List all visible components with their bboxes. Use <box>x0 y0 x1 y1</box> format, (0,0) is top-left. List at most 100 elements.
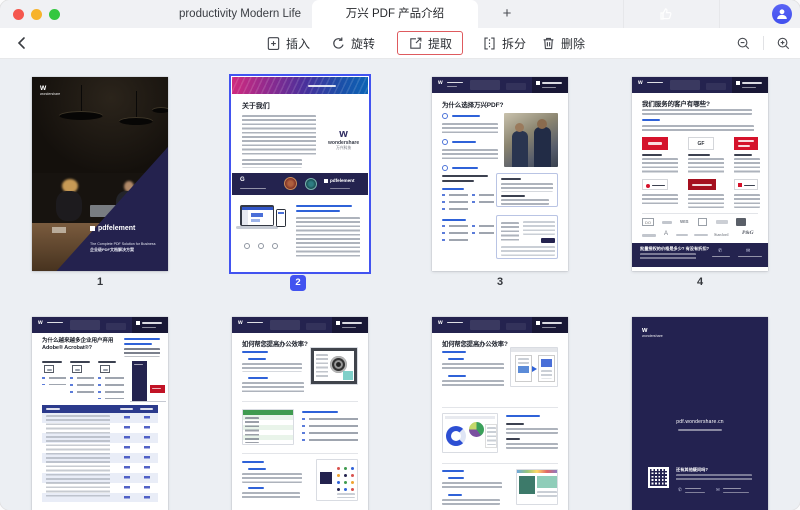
feature-icon <box>442 113 448 119</box>
rotate-label: 旋转 <box>351 35 375 52</box>
page6-title: 如何帮您提高办公效率? <box>242 339 308 348</box>
phone-mockup <box>276 209 286 227</box>
minimize-window-button[interactable] <box>31 9 42 20</box>
pricing-box <box>496 215 558 259</box>
extract-label: 提取 <box>428 35 452 52</box>
pdfelement-logo: pdfelement <box>90 225 135 232</box>
new-tab-button[interactable]: + <box>495 0 519 28</box>
split-button[interactable]: 拆分 <box>482 28 526 58</box>
trash-icon <box>541 36 556 51</box>
split-pages-icon <box>482 36 497 51</box>
page-thumbnail-5[interactable]: w 为什么越来越多企业用户弃用 Adobe® Acrobat®? <box>32 317 168 510</box>
page-thumbnail-3[interactable]: w 为什么选择万兴PDF? <box>432 77 568 271</box>
check-list <box>472 194 494 206</box>
insert-button[interactable]: 插入 <box>266 28 310 58</box>
pdfelement-logo: pdfelement <box>324 178 355 183</box>
buy-button-shape <box>541 238 555 243</box>
page5-title: 为什么越来越多企业用户弃用 Adobe® Acrobat®? <box>42 338 120 353</box>
page-number-label-3: 3 <box>432 276 568 288</box>
pdfelement-logo <box>532 77 568 93</box>
check-list <box>442 225 468 245</box>
thumbs-up-icon[interactable] <box>658 6 674 22</box>
mail-icon: ✉ <box>716 487 720 493</box>
laptop-mockup <box>240 205 274 226</box>
extract-button-highlighted[interactable]: 提取 <box>397 31 463 55</box>
page3-title: 为什么选择万兴PDF? <box>442 99 503 109</box>
lamp-shape <box>59 111 103 120</box>
stanford-logo: Stanford <box>714 232 728 237</box>
partner-logo: G <box>240 177 245 183</box>
customer-logo-red <box>688 179 716 190</box>
toolbar-divider <box>763 36 764 50</box>
page-number-badge-2-selected: 2 <box>290 275 306 291</box>
wondershare-logo: w wondershare 万兴科技 <box>328 129 359 151</box>
check-list <box>442 194 468 212</box>
phone-icon: ✆ <box>678 487 682 493</box>
photo-two-people <box>504 113 558 167</box>
screenshot-photo-edit <box>516 469 558 505</box>
page-thumbnail-4[interactable]: w 我们服务的客户有哪些? GF <box>632 77 768 271</box>
page7-title: 如何帮您提高办公效率? <box>442 339 508 348</box>
body-text <box>296 217 360 257</box>
page-thumbnail-8[interactable]: w wondershare pdf.wondershare.cn 还有其他疑问吗… <box>632 317 768 510</box>
delete-button[interactable]: 删除 <box>541 28 585 58</box>
cover-taglines: The Complete PDF Solution for Business 企… <box>90 241 156 254</box>
feature-icon <box>244 243 250 249</box>
titlebar-divider <box>719 0 720 28</box>
feature-icon <box>258 243 264 249</box>
mail-icon: ✉ <box>746 248 750 254</box>
page2-title: 关于我们 <box>242 101 270 111</box>
partner-logo: DO <box>642 218 654 226</box>
check-list <box>472 225 494 239</box>
titlebar: productivity Modern Life 万兴 PDF 产品介绍 + <box>0 0 800 28</box>
tab-productivity-modern-life[interactable]: productivity Modern Life <box>150 0 330 28</box>
lamp-shape <box>119 117 153 125</box>
screenshot-spiral <box>310 347 358 385</box>
feature-icon <box>442 139 448 145</box>
page-header-band: w <box>32 317 168 333</box>
page-number-label-4: 4 <box>632 276 768 288</box>
app-window: productivity Modern Life 万兴 PDF 产品介绍 + <box>0 0 800 510</box>
maximize-window-button[interactable] <box>49 9 60 20</box>
page-header-band: w <box>432 317 568 333</box>
zoom-out-button[interactable] <box>736 36 751 51</box>
feature-icon <box>442 165 448 171</box>
comparison-table-body <box>42 413 158 502</box>
screenshot-doc-convert <box>510 347 558 387</box>
phone-icon: ✆ <box>718 248 722 254</box>
page-thumbnail-1[interactable]: w wondershare pdfelement The Complete PD… <box>32 77 168 271</box>
page-thumbnail-6[interactable]: w 如何帮您提高办公效率? <box>232 317 368 510</box>
rotate-button[interactable]: 旋转 <box>331 28 375 58</box>
chart-red-bar <box>150 385 165 393</box>
comparison-table-header <box>42 405 158 413</box>
page-header-band: w <box>232 317 368 333</box>
extract-icon <box>408 36 423 51</box>
partner-logo: WIS <box>680 219 689 224</box>
back-button[interactable] <box>15 36 29 50</box>
contact-footer: 批量授权的价格是多少? 有没有折扣? ✆ ✉ <box>632 243 768 267</box>
page-number-label-1: 1 <box>32 276 168 288</box>
customer-logo-red <box>642 137 668 150</box>
close-window-button[interactable] <box>13 9 24 20</box>
page-thumbnail-7[interactable]: w 如何帮您提高办公效率? <box>432 317 568 510</box>
toolbar: 插入 旋转 提取 拆分 <box>0 28 800 59</box>
wondershare-logo: w wondershare <box>40 84 60 96</box>
body-text <box>242 115 316 155</box>
page-thumbnail-2-selected[interactable]: 关于我们 w wondershare 万兴科技 G pdfelement <box>232 77 368 271</box>
partner-logo-band: G pdfelement <box>232 173 368 195</box>
user-avatar[interactable] <box>772 4 792 24</box>
tab-wanxing-pdf-active[interactable]: 万兴 PDF 产品介绍 <box>312 0 478 28</box>
delete-label: 删除 <box>561 35 585 52</box>
award-badge <box>305 178 317 190</box>
zoom-in-button[interactable] <box>776 36 791 51</box>
qr-code <box>648 467 669 488</box>
screenshot-icon-grid <box>316 459 358 501</box>
gradient-banner <box>232 77 368 94</box>
customer-logo-red <box>734 137 758 150</box>
screenshot-charts <box>442 413 498 453</box>
page-header-band: w <box>632 77 768 93</box>
customer-logo <box>734 179 758 190</box>
feature-icon <box>272 243 278 249</box>
page4-title: 我们服务的客户有哪些? <box>642 98 710 108</box>
color-dots <box>337 467 340 470</box>
